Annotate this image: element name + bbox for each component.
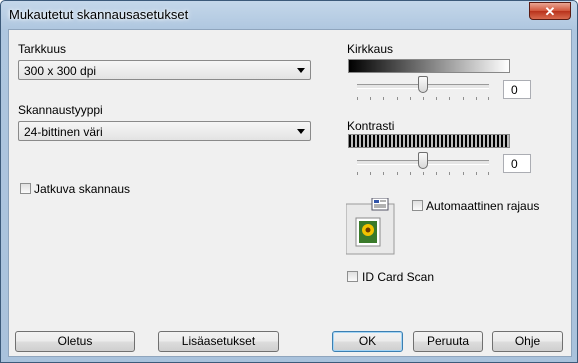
- id-card-scan-checkbox[interactable]: [347, 271, 358, 282]
- close-button[interactable]: ✕: [529, 2, 571, 20]
- chevron-down-icon: [297, 129, 305, 134]
- default-button[interactable]: Oletus: [15, 331, 135, 352]
- contrast-value: 0: [511, 157, 518, 171]
- brightness-value-field[interactable]: 0: [503, 80, 531, 99]
- scan-type-select[interactable]: 24-bittinen väri: [18, 121, 311, 141]
- brightness-ticks: [357, 97, 489, 102]
- brightness-gradient: [348, 59, 510, 73]
- resolution-value: 300 x 300 dpi: [24, 64, 97, 78]
- auto-crop-label[interactable]: Automaattinen rajaus: [426, 199, 539, 213]
- contrast-value-field[interactable]: 0: [503, 154, 531, 173]
- scan-type-label: Skannaustyyppi: [18, 103, 103, 117]
- id-card-scan-label[interactable]: ID Card Scan: [362, 270, 434, 284]
- continuous-scan-checkbox[interactable]: [20, 183, 31, 194]
- resolution-label: Tarkkuus: [18, 42, 67, 56]
- chevron-down-icon: [297, 68, 305, 73]
- contrast-slider-thumb[interactable]: [418, 152, 428, 169]
- contrast-pattern: [348, 134, 510, 148]
- cancel-button[interactable]: Peruuta: [413, 331, 483, 352]
- contrast-ticks: [357, 172, 489, 177]
- help-button[interactable]: Ohje: [492, 331, 563, 352]
- brightness-value: 0: [511, 83, 518, 97]
- dialog-body: Tarkkuus 300 x 300 dpi Skannaustyyppi 24…: [8, 29, 572, 357]
- title-bar: Mukautetut skannausasetukset ✕: [1, 1, 577, 29]
- close-icon: ✕: [544, 4, 556, 19]
- scan-type-value: 24-bittinen väri: [24, 125, 103, 139]
- window-title: Mukautetut skannausasetukset: [9, 7, 189, 22]
- advanced-settings-button[interactable]: Lisäasetukset: [158, 331, 279, 352]
- resolution-select[interactable]: 300 x 300 dpi: [18, 60, 311, 80]
- ok-button[interactable]: OK: [332, 331, 403, 352]
- brightness-slider-thumb[interactable]: [418, 76, 428, 93]
- auto-crop-checkbox[interactable]: [412, 200, 423, 211]
- brightness-label: Kirkkaus: [347, 42, 394, 56]
- contrast-label: Kontrasti: [347, 119, 395, 133]
- document-preview-icon: [345, 197, 398, 256]
- dialog-window: Mukautetut skannausasetukset ✕ Tarkkuus …: [0, 0, 578, 363]
- continuous-scan-label[interactable]: Jatkuva skannaus: [34, 182, 130, 196]
